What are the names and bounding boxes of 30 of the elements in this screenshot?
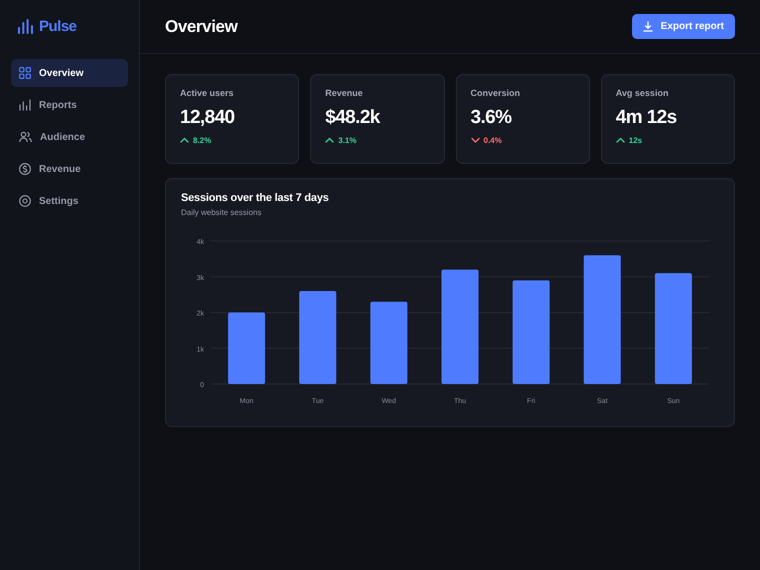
brand-name: Pulse: [39, 18, 77, 34]
stat-label: Revenue: [325, 88, 364, 98]
stat-value: 12,840: [180, 107, 236, 129]
trend-value: 0.4%: [484, 136, 502, 145]
download-icon: [642, 21, 653, 32]
users-icon: [19, 131, 32, 143]
nav-item[interactable]: Revenue: [11, 155, 128, 183]
nav-item[interactable]: Audience: [11, 123, 128, 151]
trend-value: 12s: [628, 136, 642, 145]
stat-value: 3.6%: [470, 107, 512, 129]
chart-bar: [228, 312, 266, 384]
nav-item[interactable]: Settings: [11, 187, 128, 215]
nav-item[interactable]: Overview: [11, 59, 128, 87]
nav-item[interactable]: Reports: [11, 91, 128, 119]
stat-value: $48.2k: [325, 107, 382, 129]
chart-subtitle: Daily website sessions: [181, 208, 262, 217]
stat-label: Avg session: [616, 88, 670, 98]
stat-value: 4m 12s: [616, 107, 678, 129]
stat-label: Conversion: [470, 88, 522, 98]
chart-title: Sessions over the last 7 days: [181, 192, 330, 204]
settings-icon: [19, 195, 31, 207]
export-button[interactable]: Export report: [632, 14, 735, 39]
dollar-icon: [19, 163, 31, 175]
trend-value: 3.1%: [338, 136, 356, 145]
bar-chart-icon: [19, 99, 31, 111]
bar-chart-icon: [18, 18, 33, 34]
grid-icon: [19, 67, 31, 79]
stat-label: Active users: [180, 88, 235, 98]
trend-value: 8.2%: [193, 136, 212, 145]
page-title: Overview: [165, 16, 238, 36]
